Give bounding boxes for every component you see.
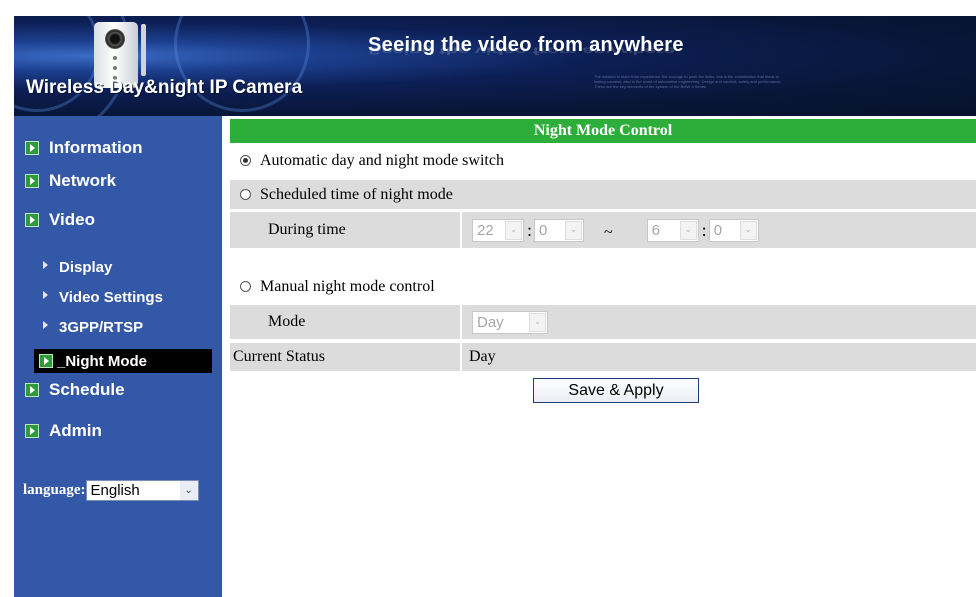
language-value: English [90,482,140,499]
sidebar-item-label: Network [49,171,117,190]
header-title-reflection: Seeing the video from anywhere [368,45,675,56]
mode-label: Mode [268,313,306,330]
header-fine-print: The wisdom to learn from experience, the… [594,74,782,89]
start-hour-value: 22 [477,221,494,239]
sidebar-subitem-display[interactable]: Display [43,259,112,276]
manual-mode-label: Manual night mode control [260,277,435,295]
header-banner: Seeing the video from anywhere Seeing th… [14,16,976,116]
sidebar-subitem-label: 3GPP/RTSP [59,319,144,336]
end-minute-select[interactable]: 0 ⌄ [708,218,759,242]
sidebar-item-label: Video [49,210,95,229]
mode-value: Day [477,313,504,331]
triangle-bullet-icon [43,321,48,329]
mode-row: Mode Day ⌄ [230,305,976,339]
during-time-row: During time 22 ⌄ : 0 ⌄ ~ 6 ⌄ : 0 ⌄ [230,212,976,248]
manual-mode-row: Manual night mode control [230,272,976,301]
sidebar-subitem-3gpp-rtsp[interactable]: 3GPP/RTSP [43,319,143,336]
during-time-label: During time [268,221,346,238]
start-hour-select[interactable]: 22 ⌄ [472,218,524,242]
sidebar-subitem-label: Video Settings [59,289,163,306]
sidebar-subitem-label: _Night Mode [57,352,147,370]
sidebar-item-label: Information [49,138,143,157]
auto-mode-radio[interactable] [240,155,251,166]
manual-mode-radio[interactable] [240,281,251,292]
green-arrow-icon [25,424,39,438]
current-status-label: Current Status [233,348,325,365]
auto-mode-row: Automatic day and night mode switch [230,146,976,175]
scheduled-mode-radio[interactable] [240,189,251,200]
green-arrow-icon [25,383,39,397]
sidebar-subitem-video-settings[interactable]: Video Settings [43,289,163,306]
sidebar-item-information[interactable]: Information [25,138,143,158]
section-title: Night Mode Control [230,119,976,143]
language-label: language: [23,482,86,498]
chevron-down-icon[interactable]: ⌄ [529,312,546,332]
auto-mode-label: Automatic day and night mode switch [260,151,504,169]
antenna-icon [141,24,146,76]
night-mode-form: Night Mode Control Automatic day and nig… [230,119,976,403]
sidebar-item-video[interactable]: Video [25,210,95,230]
language-select[interactable]: English ⌄ [85,480,199,501]
sidebar-item-schedule[interactable]: Schedule [25,380,125,400]
triangle-bullet-icon [43,261,48,269]
page-frame: Seeing the video from anywhere Seeing th… [14,16,976,597]
sidebar-item-admin[interactable]: Admin [25,421,102,441]
time-range-separator: ~ [604,224,613,241]
end-hour-select[interactable]: 6 ⌄ [646,218,699,242]
chevron-down-icon[interactable]: ⌄ [505,220,522,240]
language-selector: language: English ⌄ [23,480,199,501]
green-arrow-icon [25,213,39,227]
sidebar-item-label: Admin [49,421,102,440]
green-arrow-icon [39,354,53,368]
current-status-value: Day [469,348,496,365]
scheduled-mode-row: Scheduled time of night mode [230,180,976,209]
sidebar-item-network[interactable]: Network [25,171,116,191]
triangle-bullet-icon [43,291,48,299]
sidebar-subitem-label: Display [59,259,113,276]
scheduled-mode-label: Scheduled time of night mode [260,185,453,203]
save-apply-button[interactable]: Save & Apply [533,378,699,403]
start-minute-value: 0 [539,221,548,239]
chevron-down-icon[interactable]: ⌄ [739,220,757,240]
green-arrow-icon [25,174,39,188]
end-minute-value: 0 [713,221,723,239]
time-colon: : [701,219,707,240]
sidebar-subitem-night-mode[interactable]: _Night Mode [34,349,212,373]
sidebar-item-label: Schedule [49,380,125,399]
sidebar: Information Network Video Display Video … [14,116,222,597]
chevron-down-icon[interactable]: ⌄ [179,481,198,500]
mode-select[interactable]: Day ⌄ [472,310,548,334]
chevron-down-icon[interactable]: ⌄ [679,220,697,240]
start-minute-select[interactable]: 0 ⌄ [534,218,585,242]
header-subtitle: Wireless Day&night IP Camera [26,77,303,98]
current-status-row: Current Status Day [230,343,976,371]
chevron-down-icon[interactable]: ⌄ [565,220,583,240]
time-colon: : [527,219,533,240]
end-hour-value: 6 [651,221,661,239]
green-arrow-icon [25,141,39,155]
